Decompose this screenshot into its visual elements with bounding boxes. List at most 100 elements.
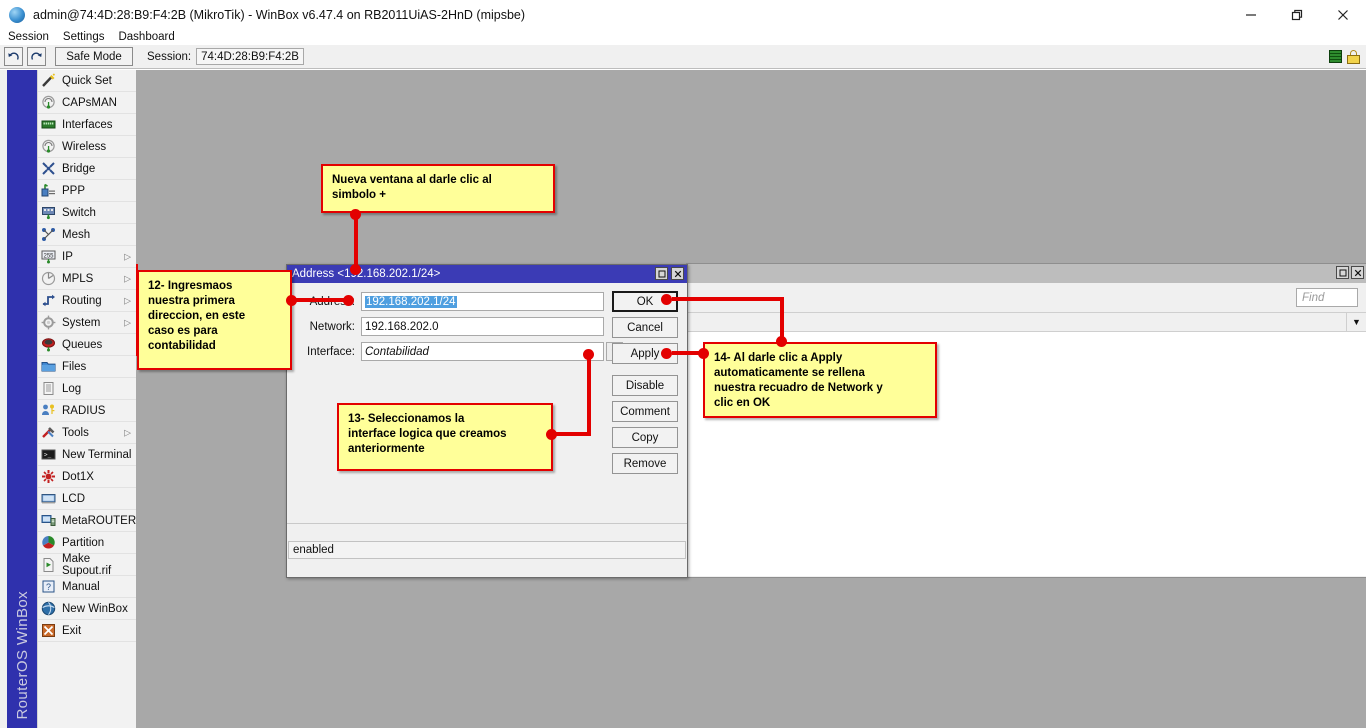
session-value[interactable]: 74:4D:28:B9:F4:2B: [196, 48, 304, 65]
sidebar-item-label: Dot1X: [62, 471, 94, 483]
comment-button[interactable]: Comment: [612, 401, 678, 422]
sidebar-item-lcd[interactable]: LCD: [38, 488, 136, 510]
gear-icon: [41, 315, 57, 331]
sidebar-item-ip[interactable]: 255IP▷: [38, 246, 136, 268]
sidebar-item-new-terminal[interactable]: >_New Terminal: [38, 444, 136, 466]
remove-button[interactable]: Remove: [612, 453, 678, 474]
restore-icon[interactable]: [1274, 0, 1320, 30]
sidebar-item-label: Wireless: [62, 141, 106, 153]
sidebar-item-label: New WinBox: [62, 603, 128, 615]
connector-dot: [583, 349, 594, 360]
network-input[interactable]: 192.168.202.0: [361, 317, 604, 336]
supout-icon: [41, 557, 57, 573]
terminal-icon: >_: [41, 447, 57, 463]
partition-icon: [41, 535, 57, 551]
switch-icon: [41, 205, 57, 221]
sidebar-item-label: MetaROUTER: [62, 515, 136, 527]
sidebar-item-exit[interactable]: Exit: [38, 620, 136, 642]
folder-icon: [41, 359, 57, 375]
sidebar-item-interfaces[interactable]: Interfaces: [38, 114, 136, 136]
address-dialog-buttons: OK Cancel Apply Disable Comment Copy Rem…: [612, 291, 678, 479]
window-title: admin@74:4D:28:B9:F4:2B (MikroTik) - Win…: [33, 8, 525, 22]
chevron-right-icon[interactable]: ▷: [124, 427, 131, 438]
address-input[interactable]: 192.168.202.1/24: [361, 292, 604, 311]
sidebar-item-label: Files: [62, 361, 86, 373]
svg-text:?: ?: [46, 582, 51, 592]
redo-icon[interactable]: [27, 47, 46, 66]
menu-item-settings[interactable]: Settings: [56, 30, 112, 45]
ip-255-icon: 255: [41, 249, 57, 265]
chevron-down-icon[interactable]: ▼: [1346, 313, 1366, 331]
close-icon[interactable]: [1351, 266, 1364, 279]
menu-item-dashboard[interactable]: Dashboard: [111, 30, 181, 45]
copy-button[interactable]: Copy: [612, 427, 678, 448]
sidebar-item-routing[interactable]: Routing▷: [38, 290, 136, 312]
sidebar-item-queues[interactable]: Queues: [38, 334, 136, 356]
cancel-button[interactable]: Cancel: [612, 317, 678, 338]
chevron-right-icon[interactable]: ▷: [124, 251, 131, 262]
sidebar-item-label: Quick Set: [62, 75, 112, 87]
sidebar-item-capsman[interactable]: CAPsMAN: [38, 92, 136, 114]
connector-new-window: [354, 213, 358, 270]
address-list-column-header: ▼: [687, 313, 1366, 332]
chevron-right-icon[interactable]: ▷: [124, 273, 131, 284]
traffic-graph-icon[interactable]: [1329, 50, 1342, 63]
sidebar-highlight-edge: [136, 264, 138, 356]
close-icon[interactable]: [1320, 0, 1366, 30]
main-toolbar: Safe Mode Session: 74:4D:28:B9:F4:2B: [0, 45, 1366, 69]
restore-icon[interactable]: [1336, 266, 1349, 279]
status-badge: enabled: [288, 541, 686, 559]
connector-dot: [661, 348, 672, 359]
chevron-right-icon[interactable]: ▷: [124, 317, 131, 328]
sidebar-item-manual[interactable]: ?Manual: [38, 576, 136, 598]
address-list-window-controls: [1336, 266, 1364, 279]
sidebar-item-mesh[interactable]: Mesh: [38, 224, 136, 246]
sidebar-item-mpls[interactable]: MPLS▷: [38, 268, 136, 290]
find-input[interactable]: Find: [1296, 288, 1358, 307]
sidebar-item-label: Exit: [62, 625, 81, 637]
sidebar-item-switch[interactable]: Switch: [38, 202, 136, 224]
disable-button[interactable]: Disable: [612, 375, 678, 396]
sidebar-item-new-winbox[interactable]: New WinBox: [38, 598, 136, 620]
interface-input[interactable]: Contabilidad: [361, 342, 604, 361]
network-field-label: Network:: [299, 321, 355, 333]
restore-icon[interactable]: [655, 267, 668, 280]
sidebar-item-system[interactable]: System▷: [38, 312, 136, 334]
sidebar-item-label: RADIUS: [62, 405, 105, 417]
close-icon[interactable]: [671, 267, 684, 280]
sidebar-item-make-supout-rif[interactable]: Make Supout.rif: [38, 554, 136, 576]
sidebar-item-tools[interactable]: Tools▷: [38, 422, 136, 444]
sidebar-item-label: Mesh: [62, 229, 90, 241]
interface-field-label: Interface:: [299, 346, 355, 358]
session-label: Session:: [147, 51, 191, 63]
winbox-globe-icon: [9, 7, 25, 23]
sidebar-item-log[interactable]: Log: [38, 378, 136, 400]
antenna-icon: [41, 139, 57, 155]
chevron-right-icon[interactable]: ▷: [124, 295, 131, 306]
minimize-icon[interactable]: [1228, 0, 1274, 30]
metarouter-icon: [41, 513, 57, 529]
sidebar-item-partition[interactable]: Partition: [38, 532, 136, 554]
safe-mode-button[interactable]: Safe Mode: [55, 47, 133, 66]
menubar: Session Settings Dashboard: [0, 30, 1366, 45]
connector-note-13-v: [587, 358, 591, 436]
sidebar-item-quick-set[interactable]: Quick Set: [38, 70, 136, 92]
menu-item-session[interactable]: Session: [1, 30, 56, 45]
sidebar-item-label: Interfaces: [62, 119, 113, 131]
connector-dot: [350, 209, 361, 220]
sidebar-item-label: Bridge: [62, 163, 95, 175]
sidebar-item-radius[interactable]: RADIUS: [38, 400, 136, 422]
sidebar-item-ppp[interactable]: PPP: [38, 180, 136, 202]
sidebar-item-bridge[interactable]: Bridge: [38, 158, 136, 180]
queues-icon: [41, 337, 57, 353]
sidebar-item-wireless[interactable]: Wireless: [38, 136, 136, 158]
undo-icon[interactable]: [4, 47, 23, 66]
sidebar-item-label: Switch: [62, 207, 96, 219]
sidebar-item-label: Make Supout.rif: [62, 553, 136, 577]
winbox-globe-icon: [41, 601, 57, 617]
lock-icon[interactable]: [1347, 50, 1360, 64]
sidebar-item-files[interactable]: Files: [38, 356, 136, 378]
sidebar-item-metarouter[interactable]: MetaROUTER: [38, 510, 136, 532]
sidebar-item-dot1x[interactable]: Dot1X: [38, 466, 136, 488]
sidebar-item-list: Quick Set CAPsMAN Interfaces Wireless Bridge…: [37, 70, 136, 728]
